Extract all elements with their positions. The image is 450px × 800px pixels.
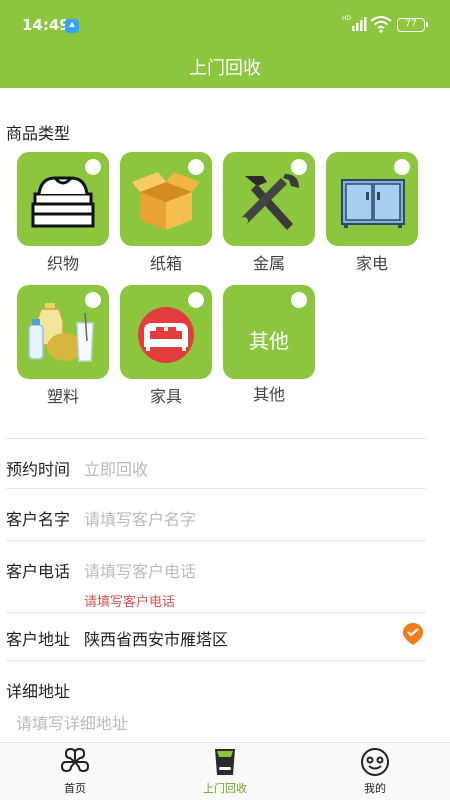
time-label: 预约时间 [6,460,71,479]
tab-recycle[interactable]: 上门回收 [150,743,300,800]
category-tile-furniture[interactable] [120,285,212,379]
category-tile-box[interactable] [120,152,212,246]
divider [6,438,426,439]
address-label: 客户地址 [6,630,71,649]
divider [6,488,426,489]
wifi-icon [370,16,392,33]
category-label: 其他 [252,385,285,404]
bottom-tab-bar: 首页 上门回收 我的 [0,742,450,800]
category-label: 家具 [149,387,182,406]
tab-mine[interactable]: 我的 [300,743,450,800]
tab-label: 首页 [64,782,86,795]
upload-notification-icon [65,19,79,33]
category-label: 纸箱 [149,254,182,273]
category-tile-appliance[interactable] [326,152,418,246]
category-label: 塑料 [46,387,79,406]
appliance-icon [341,179,405,228]
svg-text:HD: HD [342,15,352,22]
phone-label: 客户电话 [6,562,71,581]
address-picker[interactable]: 陕西省西安市雁塔区 [84,626,228,650]
divider [6,612,426,613]
location-pin-icon[interactable] [401,622,425,646]
category-label: 金属 [252,254,285,273]
hammer-wrench-icon [240,174,299,230]
folded-clothes-icon [31,176,95,228]
detail-address-label: 详细地址 [6,682,71,701]
other-tile-text: 其他 [249,329,289,353]
page-title: 上门回收 [189,58,261,79]
phone-error-message: 请填写客户电话 [84,595,176,610]
time-picker[interactable]: 立即回收 [84,456,148,480]
category-tile-fabric[interactable] [17,152,109,246]
signal-icon: HD [342,15,367,31]
tab-label: 上门回收 [203,782,247,795]
phone-input[interactable]: 请填写客户电话 [84,558,196,582]
select-radio[interactable] [291,292,307,308]
clover-grid-icon [60,747,90,773]
divider [6,540,426,541]
status-time: 14:49 [22,16,70,34]
plastic-bottles-icon [28,303,94,362]
battery-icon: 77 [397,18,428,32]
category-label: 家电 [355,254,388,273]
category-label: 织物 [46,254,79,273]
smiley-face-icon [361,748,389,776]
sofa-icon [138,307,194,363]
cardboard-box-icon [132,172,200,230]
name-input[interactable]: 请填写客户名字 [84,506,196,530]
tab-home[interactable]: 首页 [0,743,150,800]
detail-address-input[interactable]: 请填写详细地址 [16,710,128,734]
divider [6,660,426,661]
categories-title: 商品类型 [6,124,71,143]
category-tile-plastic[interactable] [17,285,109,379]
app-header: 14:49 HD 77 上门回收 [0,0,450,88]
category-tile-other[interactable]: 其他 [223,285,315,379]
tab-label: 我的 [364,782,386,795]
status-bar: 14:49 HD 77 [0,0,450,40]
recycle-bin-icon [215,749,235,775]
category-tile-metal[interactable] [223,152,315,246]
name-label: 客户名字 [6,510,71,529]
